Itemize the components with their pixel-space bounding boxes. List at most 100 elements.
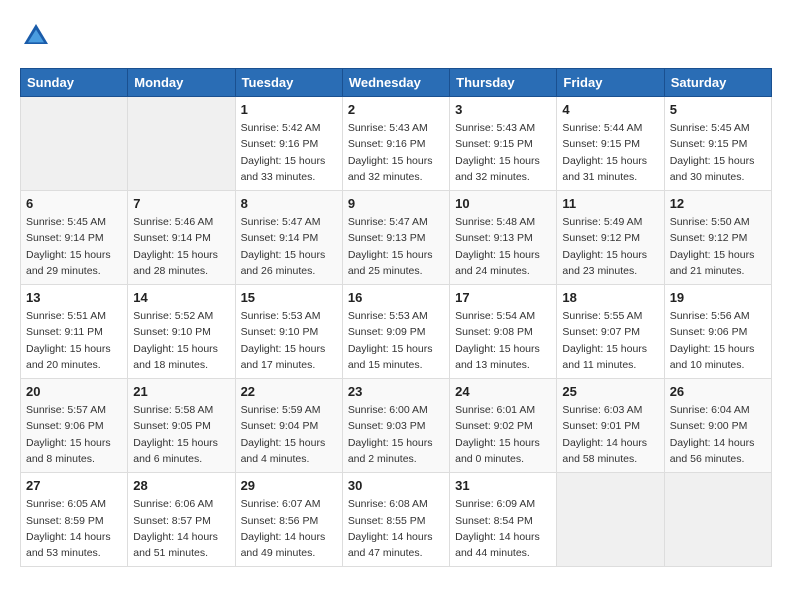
calendar-cell: 16Sunrise: 5:53 AM Sunset: 9:09 PM Dayli…	[342, 285, 449, 379]
calendar-header: SundayMondayTuesdayWednesdayThursdayFrid…	[21, 69, 772, 97]
weekday-header: Friday	[557, 69, 664, 97]
day-info: Sunrise: 5:49 AM Sunset: 9:12 PM Dayligh…	[562, 214, 658, 279]
day-info: Sunrise: 5:46 AM Sunset: 9:14 PM Dayligh…	[133, 214, 229, 279]
day-number: 14	[133, 290, 229, 305]
day-info: Sunrise: 6:01 AM Sunset: 9:02 PM Dayligh…	[455, 402, 551, 467]
calendar-week-row: 27 Sunrise: 6:05 AM Sunset: 8:59 PM Dayli…	[21, 473, 772, 567]
day-number: 6	[26, 196, 122, 211]
day-number: 30	[348, 478, 444, 493]
calendar-cell: 24 Sunrise: 6:01 AM Sunset: 9:02 PM Dayli…	[450, 379, 557, 473]
weekday-header: Thursday	[450, 69, 557, 97]
calendar-cell: 13Sunrise: 5:51 AM Sunset: 9:11 PM Dayli…	[21, 285, 128, 379]
calendar-cell: 18 Sunrise: 5:55 AM Sunset: 9:07 PM Dayli…	[557, 285, 664, 379]
day-number: 12	[670, 196, 766, 211]
calendar-cell: 9Sunrise: 5:47 AM Sunset: 9:13 PM Daylig…	[342, 191, 449, 285]
day-number: 17	[455, 290, 551, 305]
day-number: 21	[133, 384, 229, 399]
calendar-cell: 4Sunrise: 5:44 AM Sunset: 9:15 PM Daylig…	[557, 97, 664, 191]
calendar-cell: 5 Sunrise: 5:45 AM Sunset: 9:15 PM Daylig…	[664, 97, 771, 191]
day-info: Sunrise: 5:56 AM Sunset: 9:06 PM Dayligh…	[670, 308, 766, 373]
calendar-cell: 7 Sunrise: 5:46 AM Sunset: 9:14 PM Daylig…	[128, 191, 235, 285]
day-info: Sunrise: 6:03 AM Sunset: 9:01 PM Dayligh…	[562, 402, 658, 467]
calendar-cell	[128, 97, 235, 191]
day-info: Sunrise: 6:05 AM Sunset: 8:59 PM Dayligh…	[26, 496, 122, 561]
calendar-cell: 21 Sunrise: 5:58 AM Sunset: 9:05 PM Dayli…	[128, 379, 235, 473]
day-info: Sunrise: 5:57 AM Sunset: 9:06 PM Dayligh…	[26, 402, 122, 467]
day-info: Sunrise: 5:59 AM Sunset: 9:04 PM Dayligh…	[241, 402, 337, 467]
day-info: Sunrise: 5:44 AM Sunset: 9:15 PM Dayligh…	[562, 120, 658, 185]
day-number: 13	[26, 290, 122, 305]
day-number: 22	[241, 384, 337, 399]
day-info: Sunrise: 6:09 AM Sunset: 8:54 PM Dayligh…	[455, 496, 551, 561]
calendar-week-row: 1 Sunrise: 5:42 AM Sunset: 9:16 PM Daylig…	[21, 97, 772, 191]
calendar-week-row: 13Sunrise: 5:51 AM Sunset: 9:11 PM Dayli…	[21, 285, 772, 379]
day-number: 25	[562, 384, 658, 399]
calendar: SundayMondayTuesdayWednesdayThursdayFrid…	[20, 68, 772, 567]
calendar-cell: 22 Sunrise: 5:59 AM Sunset: 9:04 PM Dayli…	[235, 379, 342, 473]
day-number: 27	[26, 478, 122, 493]
logo	[20, 20, 56, 52]
calendar-cell: 23Sunrise: 6:00 AM Sunset: 9:03 PM Dayli…	[342, 379, 449, 473]
day-number: 15	[241, 290, 337, 305]
day-number: 26	[670, 384, 766, 399]
weekday-header: Wednesday	[342, 69, 449, 97]
day-number: 11	[562, 196, 658, 211]
calendar-cell: 15 Sunrise: 5:53 AM Sunset: 9:10 PM Dayli…	[235, 285, 342, 379]
day-info: Sunrise: 6:04 AM Sunset: 9:00 PM Dayligh…	[670, 402, 766, 467]
calendar-body: 1 Sunrise: 5:42 AM Sunset: 9:16 PM Daylig…	[21, 97, 772, 567]
day-info: Sunrise: 5:48 AM Sunset: 9:13 PM Dayligh…	[455, 214, 551, 279]
calendar-cell: 14 Sunrise: 5:52 AM Sunset: 9:10 PM Dayli…	[128, 285, 235, 379]
calendar-week-row: 6Sunrise: 5:45 AM Sunset: 9:14 PM Daylig…	[21, 191, 772, 285]
day-info: Sunrise: 5:53 AM Sunset: 9:09 PM Dayligh…	[348, 308, 444, 373]
day-number: 2	[348, 102, 444, 117]
day-number: 7	[133, 196, 229, 211]
day-number: 5	[670, 102, 766, 117]
day-info: Sunrise: 5:47 AM Sunset: 9:14 PM Dayligh…	[241, 214, 337, 279]
day-number: 29	[241, 478, 337, 493]
calendar-cell	[21, 97, 128, 191]
day-info: Sunrise: 5:58 AM Sunset: 9:05 PM Dayligh…	[133, 402, 229, 467]
calendar-cell: 30 Sunrise: 6:08 AM Sunset: 8:55 PM Dayli…	[342, 473, 449, 567]
logo-icon	[20, 20, 52, 52]
calendar-cell: 19 Sunrise: 5:56 AM Sunset: 9:06 PM Dayli…	[664, 285, 771, 379]
calendar-cell: 6Sunrise: 5:45 AM Sunset: 9:14 PM Daylig…	[21, 191, 128, 285]
calendar-cell: 25 Sunrise: 6:03 AM Sunset: 9:01 PM Dayli…	[557, 379, 664, 473]
day-info: Sunrise: 6:07 AM Sunset: 8:56 PM Dayligh…	[241, 496, 337, 561]
calendar-cell: 1 Sunrise: 5:42 AM Sunset: 9:16 PM Daylig…	[235, 97, 342, 191]
day-info: Sunrise: 5:52 AM Sunset: 9:10 PM Dayligh…	[133, 308, 229, 373]
weekday-header: Tuesday	[235, 69, 342, 97]
day-number: 1	[241, 102, 337, 117]
weekday-header: Saturday	[664, 69, 771, 97]
calendar-cell: 31 Sunrise: 6:09 AM Sunset: 8:54 PM Dayli…	[450, 473, 557, 567]
day-info: Sunrise: 5:43 AM Sunset: 9:15 PM Dayligh…	[455, 120, 551, 185]
day-number: 28	[133, 478, 229, 493]
day-number: 9	[348, 196, 444, 211]
calendar-cell: 11 Sunrise: 5:49 AM Sunset: 9:12 PM Dayli…	[557, 191, 664, 285]
day-number: 31	[455, 478, 551, 493]
day-info: Sunrise: 5:45 AM Sunset: 9:15 PM Dayligh…	[670, 120, 766, 185]
day-info: Sunrise: 5:42 AM Sunset: 9:16 PM Dayligh…	[241, 120, 337, 185]
day-number: 19	[670, 290, 766, 305]
calendar-cell	[664, 473, 771, 567]
calendar-cell: 2 Sunrise: 5:43 AM Sunset: 9:16 PM Daylig…	[342, 97, 449, 191]
calendar-cell: 29 Sunrise: 6:07 AM Sunset: 8:56 PM Dayli…	[235, 473, 342, 567]
day-info: Sunrise: 6:08 AM Sunset: 8:55 PM Dayligh…	[348, 496, 444, 561]
day-info: Sunrise: 5:55 AM Sunset: 9:07 PM Dayligh…	[562, 308, 658, 373]
calendar-cell: 3Sunrise: 5:43 AM Sunset: 9:15 PM Daylig…	[450, 97, 557, 191]
calendar-cell: 17Sunrise: 5:54 AM Sunset: 9:08 PM Dayli…	[450, 285, 557, 379]
day-number: 24	[455, 384, 551, 399]
day-number: 18	[562, 290, 658, 305]
calendar-cell: 26 Sunrise: 6:04 AM Sunset: 9:00 PM Dayli…	[664, 379, 771, 473]
calendar-cell: 20Sunrise: 5:57 AM Sunset: 9:06 PM Dayli…	[21, 379, 128, 473]
calendar-cell: 10Sunrise: 5:48 AM Sunset: 9:13 PM Dayli…	[450, 191, 557, 285]
calendar-cell: 8Sunrise: 5:47 AM Sunset: 9:14 PM Daylig…	[235, 191, 342, 285]
day-info: Sunrise: 6:00 AM Sunset: 9:03 PM Dayligh…	[348, 402, 444, 467]
day-info: Sunrise: 5:53 AM Sunset: 9:10 PM Dayligh…	[241, 308, 337, 373]
weekday-header: Monday	[128, 69, 235, 97]
day-info: Sunrise: 5:50 AM Sunset: 9:12 PM Dayligh…	[670, 214, 766, 279]
weekday-header: Sunday	[21, 69, 128, 97]
calendar-cell: 27 Sunrise: 6:05 AM Sunset: 8:59 PM Dayli…	[21, 473, 128, 567]
day-info: Sunrise: 5:43 AM Sunset: 9:16 PM Dayligh…	[348, 120, 444, 185]
weekday-header-row: SundayMondayTuesdayWednesdayThursdayFrid…	[21, 69, 772, 97]
calendar-week-row: 20Sunrise: 5:57 AM Sunset: 9:06 PM Dayli…	[21, 379, 772, 473]
